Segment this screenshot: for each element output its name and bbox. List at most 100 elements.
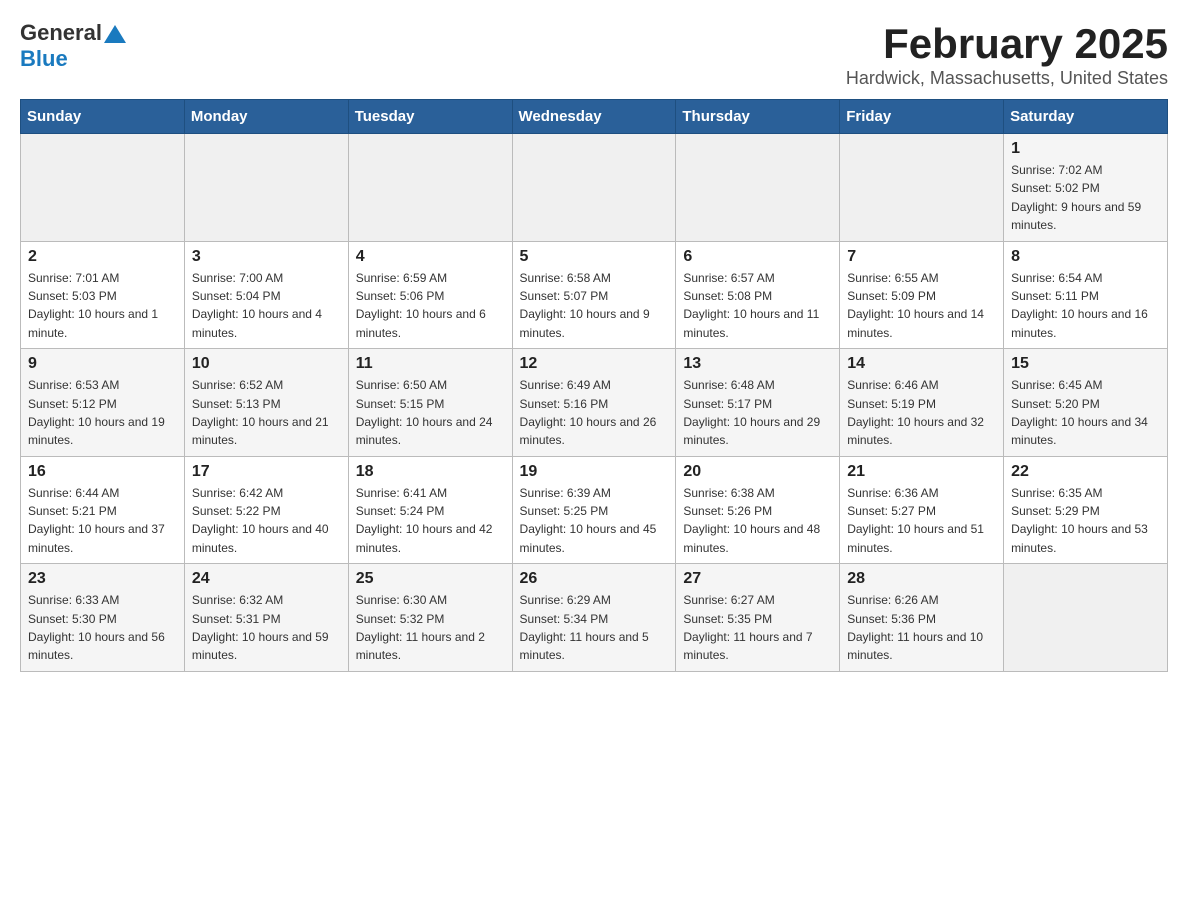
day-info: Sunrise: 6:38 AM Sunset: 5:26 PM Dayligh… bbox=[683, 486, 820, 555]
table-row: 28Sunrise: 6:26 AM Sunset: 5:36 PM Dayli… bbox=[840, 564, 1004, 672]
day-info: Sunrise: 6:36 AM Sunset: 5:27 PM Dayligh… bbox=[847, 486, 984, 555]
day-info: Sunrise: 6:44 AM Sunset: 5:21 PM Dayligh… bbox=[28, 486, 165, 555]
day-number: 26 bbox=[520, 570, 669, 588]
table-row: 11Sunrise: 6:50 AM Sunset: 5:15 PM Dayli… bbox=[348, 349, 512, 457]
table-row: 10Sunrise: 6:52 AM Sunset: 5:13 PM Dayli… bbox=[184, 349, 348, 457]
table-row: 12 Sunrise: 6:49 AM Sunset: 5:16 PM Dayli… bbox=[512, 349, 676, 457]
calendar-header-row: Sunday Monday Tuesday Wednesday Thursday… bbox=[21, 100, 1168, 134]
day-info: Sunrise: 6:42 AM Sunset: 5:22 PM Dayligh… bbox=[192, 486, 329, 555]
day-info: Sunrise: 6:52 AM Sunset: 5:13 PM Dayligh… bbox=[192, 378, 329, 447]
table-row: 17 Sunrise: 6:42 AM Sunset: 5:22 PM Dayli… bbox=[184, 456, 348, 564]
table-row: 18 Sunrise: 6:41 AM Sunset: 5:24 PM Dayli… bbox=[348, 456, 512, 564]
day-number: 19 bbox=[520, 463, 669, 481]
table-row: 15 Sunrise: 6:45 AM Sunset: 5:20 PM Dayli… bbox=[1004, 349, 1168, 457]
calendar-table: Sunday Monday Tuesday Wednesday Thursday… bbox=[20, 99, 1168, 672]
table-row: 9 Sunrise: 6:53 AM Sunset: 5:12 PM Daylig… bbox=[21, 349, 185, 457]
table-row bbox=[348, 134, 512, 242]
col-monday: Monday bbox=[184, 100, 348, 134]
day-number: 7 bbox=[847, 248, 996, 266]
logo-general: General bbox=[20, 20, 102, 46]
table-row: 27Sunrise: 6:27 AM Sunset: 5:35 PM Dayli… bbox=[676, 564, 840, 672]
day-number: 12 bbox=[520, 355, 669, 373]
day-info: Sunrise: 6:39 AM Sunset: 5:25 PM Dayligh… bbox=[520, 486, 657, 555]
calendar-week-1: 1 Sunrise: 7:02 AM Sunset: 5:02 PM Daylig… bbox=[21, 134, 1168, 242]
table-row bbox=[840, 134, 1004, 242]
day-info: Sunrise: 6:54 AM Sunset: 5:11 PM Dayligh… bbox=[1011, 271, 1148, 340]
logo: General Blue bbox=[20, 20, 126, 72]
calendar-week-2: 2 Sunrise: 7:01 AM Sunset: 5:03 PM Daylig… bbox=[21, 241, 1168, 349]
table-row: 6 Sunrise: 6:57 AM Sunset: 5:08 PM Daylig… bbox=[676, 241, 840, 349]
day-info: Sunrise: 6:35 AM Sunset: 5:29 PM Dayligh… bbox=[1011, 486, 1148, 555]
calendar-week-3: 9 Sunrise: 6:53 AM Sunset: 5:12 PM Daylig… bbox=[21, 349, 1168, 457]
table-row: 26 Sunrise: 6:29 AM Sunset: 5:34 PM Dayli… bbox=[512, 564, 676, 672]
table-row: 3 Sunrise: 7:00 AM Sunset: 5:04 PM Daylig… bbox=[184, 241, 348, 349]
day-number: 25 bbox=[356, 570, 505, 588]
day-number: 4 bbox=[356, 248, 505, 266]
day-number: 3 bbox=[192, 248, 341, 266]
table-row bbox=[1004, 564, 1168, 672]
table-row: 2 Sunrise: 7:01 AM Sunset: 5:03 PM Daylig… bbox=[21, 241, 185, 349]
col-thursday: Thursday bbox=[676, 100, 840, 134]
day-number: 27 bbox=[683, 570, 832, 588]
day-number: 14 bbox=[847, 355, 996, 373]
day-number: 17 bbox=[192, 463, 341, 481]
day-info: Sunrise: 6:30 AM Sunset: 5:32 PM Dayligh… bbox=[356, 593, 485, 662]
page-header: General Blue February 2025 Hardwick, Mas… bbox=[20, 20, 1168, 89]
col-wednesday: Wednesday bbox=[512, 100, 676, 134]
day-info: Sunrise: 6:59 AM Sunset: 5:06 PM Dayligh… bbox=[356, 271, 486, 340]
day-number: 24 bbox=[192, 570, 341, 588]
day-info: Sunrise: 6:41 AM Sunset: 5:24 PM Dayligh… bbox=[356, 486, 493, 555]
day-info: Sunrise: 7:02 AM Sunset: 5:02 PM Dayligh… bbox=[1011, 163, 1141, 232]
month-title: February 2025 bbox=[846, 20, 1168, 68]
col-sunday: Sunday bbox=[21, 100, 185, 134]
day-info: Sunrise: 6:32 AM Sunset: 5:31 PM Dayligh… bbox=[192, 593, 329, 662]
day-number: 21 bbox=[847, 463, 996, 481]
day-number: 6 bbox=[683, 248, 832, 266]
table-row bbox=[512, 134, 676, 242]
day-info: Sunrise: 7:01 AM Sunset: 5:03 PM Dayligh… bbox=[28, 271, 158, 340]
col-saturday: Saturday bbox=[1004, 100, 1168, 134]
logo-blue: Blue bbox=[20, 46, 68, 72]
table-row bbox=[184, 134, 348, 242]
day-number: 23 bbox=[28, 570, 177, 588]
table-row: 5 Sunrise: 6:58 AM Sunset: 5:07 PM Daylig… bbox=[512, 241, 676, 349]
day-info: Sunrise: 6:50 AM Sunset: 5:15 PM Dayligh… bbox=[356, 378, 493, 447]
day-number: 9 bbox=[28, 355, 177, 373]
table-row: 8 Sunrise: 6:54 AM Sunset: 5:11 PM Daylig… bbox=[1004, 241, 1168, 349]
table-row: 20 Sunrise: 6:38 AM Sunset: 5:26 PM Dayli… bbox=[676, 456, 840, 564]
day-info: Sunrise: 6:45 AM Sunset: 5:20 PM Dayligh… bbox=[1011, 378, 1148, 447]
table-row: 23 Sunrise: 6:33 AM Sunset: 5:30 PM Dayli… bbox=[21, 564, 185, 672]
day-number: 1 bbox=[1011, 140, 1160, 158]
day-number: 22 bbox=[1011, 463, 1160, 481]
day-info: Sunrise: 6:29 AM Sunset: 5:34 PM Dayligh… bbox=[520, 593, 649, 662]
location-title: Hardwick, Massachusetts, United States bbox=[846, 68, 1168, 89]
day-number: 13 bbox=[683, 355, 832, 373]
day-info: Sunrise: 6:55 AM Sunset: 5:09 PM Dayligh… bbox=[847, 271, 984, 340]
col-friday: Friday bbox=[840, 100, 1004, 134]
day-info: Sunrise: 6:53 AM Sunset: 5:12 PM Dayligh… bbox=[28, 378, 165, 447]
day-info: Sunrise: 6:57 AM Sunset: 5:08 PM Dayligh… bbox=[683, 271, 819, 340]
day-number: 18 bbox=[356, 463, 505, 481]
calendar-week-5: 23 Sunrise: 6:33 AM Sunset: 5:30 PM Dayli… bbox=[21, 564, 1168, 672]
day-info: Sunrise: 6:49 AM Sunset: 5:16 PM Dayligh… bbox=[520, 378, 657, 447]
day-info: Sunrise: 6:33 AM Sunset: 5:30 PM Dayligh… bbox=[28, 593, 165, 662]
day-number: 20 bbox=[683, 463, 832, 481]
table-row: 25 Sunrise: 6:30 AM Sunset: 5:32 PM Dayli… bbox=[348, 564, 512, 672]
day-number: 8 bbox=[1011, 248, 1160, 266]
title-area: February 2025 Hardwick, Massachusetts, U… bbox=[846, 20, 1168, 89]
table-row: 14 Sunrise: 6:46 AM Sunset: 5:19 PM Dayli… bbox=[840, 349, 1004, 457]
logo-triangle-icon bbox=[104, 25, 126, 43]
col-tuesday: Tuesday bbox=[348, 100, 512, 134]
day-info: Sunrise: 6:58 AM Sunset: 5:07 PM Dayligh… bbox=[520, 271, 650, 340]
day-number: 16 bbox=[28, 463, 177, 481]
table-row: 24 Sunrise: 6:32 AM Sunset: 5:31 PM Dayli… bbox=[184, 564, 348, 672]
day-number: 15 bbox=[1011, 355, 1160, 373]
table-row: 4 Sunrise: 6:59 AM Sunset: 5:06 PM Daylig… bbox=[348, 241, 512, 349]
day-info: Sunrise: 6:48 AM Sunset: 5:17 PM Dayligh… bbox=[683, 378, 820, 447]
calendar-week-4: 16 Sunrise: 6:44 AM Sunset: 5:21 PM Dayli… bbox=[21, 456, 1168, 564]
day-info: Sunrise: 7:00 AM Sunset: 5:04 PM Dayligh… bbox=[192, 271, 322, 340]
day-number: 5 bbox=[520, 248, 669, 266]
day-info: Sunrise: 6:46 AM Sunset: 5:19 PM Dayligh… bbox=[847, 378, 984, 447]
day-number: 28 bbox=[847, 570, 996, 588]
day-number: 2 bbox=[28, 248, 177, 266]
